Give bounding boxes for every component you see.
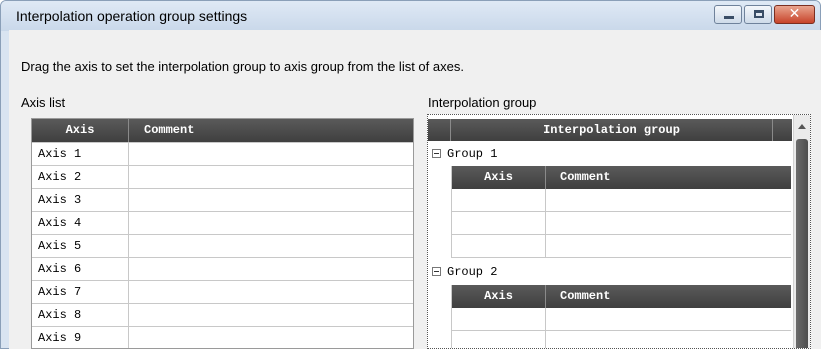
column-header-axis[interactable]: Axis	[452, 285, 546, 308]
scroll-up-icon[interactable]	[798, 124, 806, 129]
instruction-text: Drag the axis to set the interpolation g…	[21, 59, 464, 74]
column-header-axis[interactable]: Axis	[452, 166, 546, 189]
column-header-comment[interactable]: Comment	[129, 119, 413, 142]
table-row[interactable]: Axis 9	[32, 326, 413, 348]
table-row[interactable]: Axis 6	[32, 257, 413, 280]
title-bar[interactable]: Interpolation operation group settings ✕	[1, 1, 820, 31]
group-2-axis-table[interactable]: Axis Comment	[451, 285, 791, 348]
group-name: Group 2	[447, 265, 498, 279]
axis-cell[interactable]	[452, 235, 546, 257]
close-button[interactable]: ✕	[774, 5, 815, 24]
axis-cell[interactable]	[452, 308, 546, 330]
maximize-button[interactable]	[744, 5, 772, 24]
comment-cell[interactable]	[129, 189, 413, 211]
comment-cell[interactable]	[129, 281, 413, 303]
table-row[interactable]: Axis 8	[32, 303, 413, 326]
header-lead-cell	[428, 119, 451, 141]
axis-cell[interactable]: Axis 7	[32, 281, 129, 303]
group-1-table-header: Axis Comment	[452, 166, 791, 189]
column-header-comment[interactable]: Comment	[546, 285, 790, 308]
maximize-icon	[754, 10, 764, 18]
axis-cell[interactable]: Axis 3	[32, 189, 129, 211]
table-row[interactable]: Axis 7	[32, 280, 413, 303]
table-row[interactable]	[452, 308, 791, 331]
table-row[interactable]	[452, 331, 791, 348]
table-row[interactable]: Axis 3	[32, 188, 413, 211]
comment-cell[interactable]	[129, 258, 413, 280]
group-name: Group 1	[447, 147, 498, 161]
column-header-comment[interactable]: Comment	[546, 166, 790, 189]
collapse-icon[interactable]	[432, 149, 441, 158]
axis-list-header: Axis Comment	[32, 119, 413, 142]
column-header-interpolation-group[interactable]: Interpolation group	[451, 119, 773, 141]
group-row-1[interactable]: Group 1	[432, 143, 497, 165]
collapse-icon[interactable]	[432, 267, 441, 276]
vertical-scrollbar[interactable]	[793, 115, 810, 348]
axis-cell[interactable]	[452, 212, 546, 234]
minimize-button[interactable]	[714, 5, 742, 24]
table-row[interactable]: Axis 4	[32, 211, 413, 234]
axis-cell[interactable]: Axis 8	[32, 304, 129, 326]
axis-cell[interactable]: Axis 6	[32, 258, 129, 280]
group-1-axis-table[interactable]: Axis Comment	[451, 166, 791, 258]
group-row-2[interactable]: Group 2	[432, 261, 497, 283]
comment-cell[interactable]	[129, 166, 413, 188]
interpolation-group-label: Interpolation group	[428, 95, 537, 110]
comment-cell[interactable]	[129, 212, 413, 234]
column-header-axis[interactable]: Axis	[32, 119, 129, 142]
scroll-thumb[interactable]	[796, 139, 808, 348]
axis-cell[interactable]: Axis 4	[32, 212, 129, 234]
window-title: Interpolation operation group settings	[16, 8, 248, 24]
group-2-table-header: Axis Comment	[452, 285, 791, 308]
axis-cell[interactable]: Axis 2	[32, 166, 129, 188]
axis-cell[interactable]: Axis 5	[32, 235, 129, 257]
table-row[interactable]	[452, 189, 791, 212]
close-icon: ✕	[788, 6, 801, 22]
comment-cell[interactable]	[129, 327, 413, 348]
axis-cell[interactable]	[452, 189, 546, 211]
axis-list-label: Axis list	[21, 95, 66, 110]
interpolation-group-header: Interpolation group	[428, 119, 792, 141]
table-row[interactable]	[452, 212, 791, 235]
axis-cell[interactable]: Axis 9	[32, 327, 129, 348]
table-row[interactable]: Axis 1	[32, 142, 413, 165]
table-row[interactable]: Axis 5	[32, 234, 413, 257]
axis-cell[interactable]	[452, 331, 546, 348]
table-row[interactable]	[452, 235, 791, 258]
comment-cell[interactable]	[129, 143, 413, 165]
minimize-icon	[724, 16, 734, 19]
table-row[interactable]: Axis 2	[32, 165, 413, 188]
comment-cell[interactable]	[129, 235, 413, 257]
axis-cell[interactable]: Axis 1	[32, 143, 129, 165]
interpolation-group-panel[interactable]: Interpolation group Group 1 Axis Comment…	[427, 114, 811, 349]
comment-cell[interactable]	[129, 304, 413, 326]
axis-list-table[interactable]: Axis Comment Axis 1 Axis 2 Axis 3 Axis 4…	[31, 118, 414, 349]
